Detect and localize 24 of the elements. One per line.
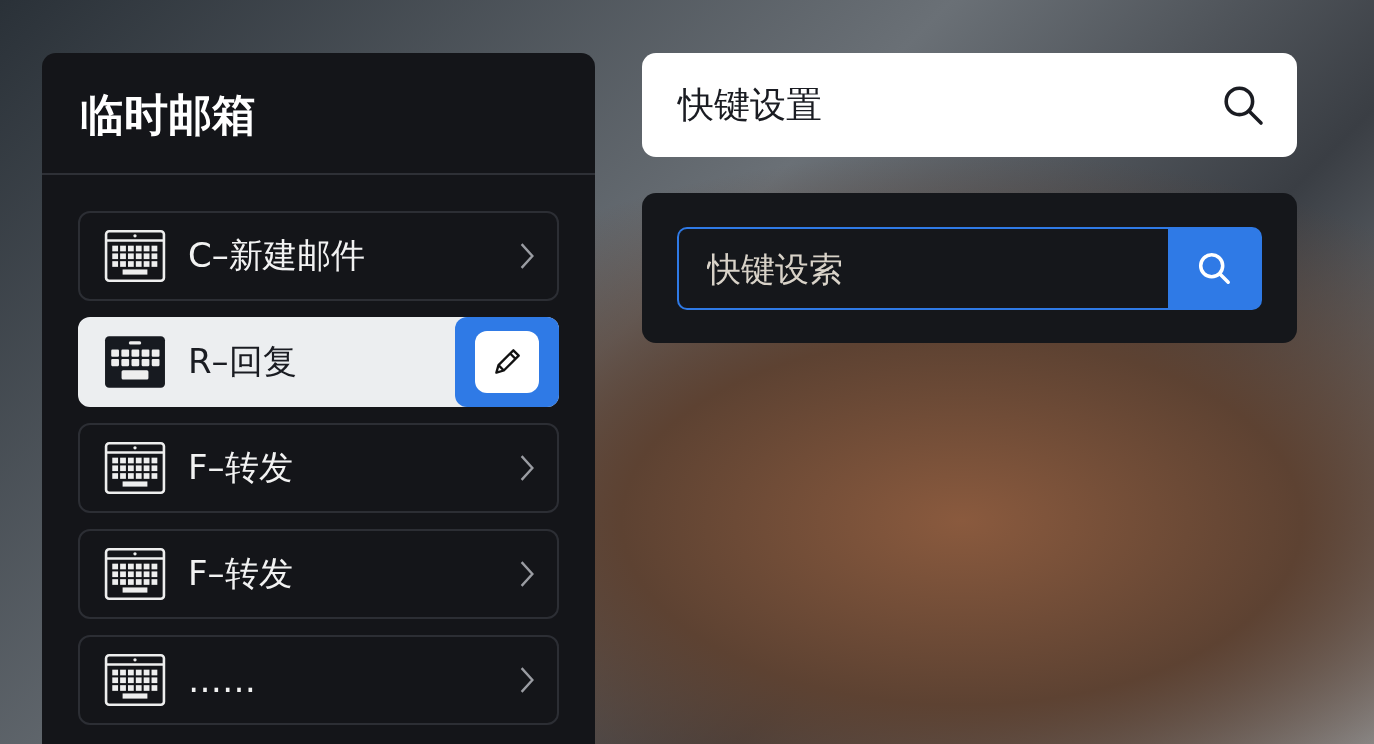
shortcut-label: F–转发: [188, 446, 294, 489]
chevron-right-icon: [519, 454, 535, 482]
search-button[interactable]: [1168, 227, 1262, 310]
shortcut-label: R–回复: [188, 340, 298, 383]
edit-button[interactable]: [455, 317, 559, 407]
keyboard-icon: [104, 335, 166, 389]
shortcut-label: ……: [188, 660, 257, 700]
chevron-right-icon: [519, 560, 535, 588]
shortcut-item[interactable]: R–回复: [78, 317, 559, 407]
search-bar[interactable]: 快键设置: [642, 53, 1297, 157]
panel-title: 临时邮箱: [42, 53, 595, 175]
shortcut-label: C–新建邮件: [188, 234, 366, 277]
chevron-right-icon: [519, 666, 535, 694]
shortcut-item[interactable]: F–转发: [78, 423, 559, 513]
search-bar-text: 快键设置: [678, 82, 822, 127]
keyboard-icon: [104, 441, 166, 495]
chevron-right-icon: [519, 242, 535, 270]
keyboard-icon: [104, 229, 166, 283]
keyboard-icon: [104, 653, 166, 707]
shortcut-item[interactable]: ……: [78, 635, 559, 725]
shortcut-item[interactable]: C–新建邮件: [78, 211, 559, 301]
shortcut-label: F–转发: [188, 552, 294, 595]
keyboard-icon: [104, 547, 166, 601]
shortcut-item[interactable]: F–转发: [78, 529, 559, 619]
